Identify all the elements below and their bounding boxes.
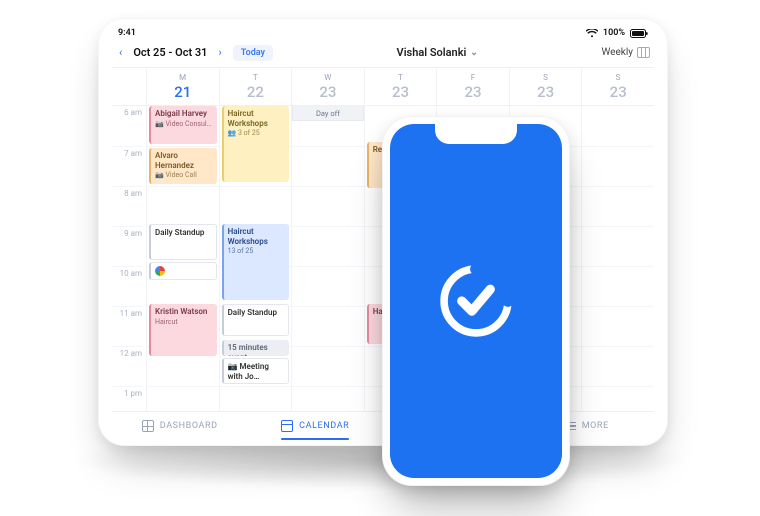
event-meta: 📷 Video Consultation <box>155 120 213 128</box>
calendar-event[interactable]: Haircut Workshops👥 3 of 25 <box>222 106 290 182</box>
event-title: Daily Standup <box>155 228 212 238</box>
time-label: 10 am <box>112 266 142 306</box>
day-header[interactable]: S 23 <box>509 68 582 105</box>
time-gutter: 6 am7 am8 am9 am10 am11 am12 am1 pm <box>112 106 146 411</box>
time-label: 1 pm <box>112 386 142 411</box>
battery-text: 100% <box>603 28 625 38</box>
day-header[interactable]: T 22 <box>219 68 292 105</box>
event-meta: 13 of 25 <box>228 247 286 255</box>
calendar-event[interactable]: Daily Standup <box>222 304 290 336</box>
day-of-week: T <box>220 73 292 82</box>
calendar-event[interactable]: Kristin WatsonHaircut <box>149 304 217 356</box>
view-mode-toggle[interactable]: Weekly <box>601 47 650 58</box>
status-time: 9:41 <box>118 28 136 38</box>
nav-calendar[interactable]: CALENDAR <box>248 420 384 432</box>
day-of-week: W <box>292 73 364 82</box>
day-of-month: 23 <box>292 83 364 101</box>
day-of-month: 22 <box>220 83 292 101</box>
grid-icon <box>637 47 650 58</box>
day-of-week: S <box>582 73 654 82</box>
day-of-week: F <box>437 73 509 82</box>
phone-notch <box>435 124 517 144</box>
day-of-month: 23 <box>582 83 654 101</box>
chevron-down-icon: ⌄ <box>470 48 478 58</box>
event-meta: Haircut <box>155 318 213 326</box>
day-column[interactable]: Haircut Workshops👥 3 of 25Haircut Worksh… <box>219 106 292 411</box>
dashboard-icon <box>142 420 154 432</box>
calendar-event[interactable]: Haircut Workshops13 of 25 <box>222 224 290 300</box>
phone-device <box>382 116 570 486</box>
calendar-icon <box>281 420 293 432</box>
day-column[interactable]: Abigail Harvey📷 Video Consultation Alvaro… <box>146 106 219 411</box>
user-name: Vishal Solanki <box>397 46 467 59</box>
calendar-event[interactable]: 📷 Meeting with Jo… <box>222 358 290 384</box>
day-header[interactable]: T 23 <box>364 68 437 105</box>
day-of-month: 23 <box>437 83 509 101</box>
calendar-event[interactable]: Abigail Harvey📷 Video Consultation <box>149 106 217 144</box>
event-title: Haircut Workshops <box>228 109 286 128</box>
day-header[interactable]: F 23 <box>436 68 509 105</box>
nav-dashboard[interactable]: DASHBOARD <box>112 420 248 432</box>
time-label: 8 am <box>112 186 142 226</box>
day-header[interactable]: W 23 <box>291 68 364 105</box>
nav-dashboard-label: DASHBOARD <box>160 421 218 431</box>
day-column[interactable]: Day off <box>291 106 364 411</box>
day-of-month: 21 <box>147 83 219 101</box>
day-of-month: 23 <box>365 83 437 101</box>
today-button[interactable]: Today <box>233 45 273 61</box>
nav-more-label: MORE <box>582 421 609 431</box>
day-of-week: S <box>510 73 582 82</box>
event-title: Kristin Watson <box>155 307 213 317</box>
event-title: Abigail Harvey <box>155 109 213 119</box>
user-picker[interactable]: Vishal Solanki ⌄ <box>397 46 478 59</box>
calendar-event[interactable]: Alvaro Hernandez📷 Video Call <box>149 148 217 184</box>
time-label: 11 am <box>112 306 142 346</box>
day-column[interactable] <box>581 106 654 411</box>
prev-week-button[interactable]: ‹ <box>116 44 125 61</box>
phone-screen <box>390 124 562 478</box>
calendar-header: ‹ Oct 25 - Oct 31 › Today Vishal Solanki… <box>112 42 654 67</box>
day-of-month: 23 <box>510 83 582 101</box>
time-label: 12 am <box>112 346 142 386</box>
time-label: 6 am <box>112 106 142 146</box>
event-title: 15 minutes event <box>228 343 286 356</box>
wifi-icon <box>586 29 598 38</box>
day-header-row: M 21T 22W 23T 23F 23S 23S 23 <box>112 67 654 106</box>
event-title: Haircut Workshops <box>228 227 286 246</box>
battery-icon <box>630 29 648 38</box>
date-range[interactable]: Oct 25 - Oct 31 <box>133 46 207 59</box>
day-header[interactable]: S 23 <box>581 68 654 105</box>
time-label: 7 am <box>112 146 142 186</box>
nav-calendar-label: CALENDAR <box>299 421 349 431</box>
google-icon <box>155 266 165 276</box>
event-title: 📷 Meeting with Jo… <box>228 362 285 381</box>
event-meta: 👥 3 of 25 <box>228 129 286 137</box>
view-mode-label: Weekly <box>601 47 633 58</box>
calendar-event[interactable]: Daily Standup <box>149 224 217 260</box>
calendar-event[interactable] <box>149 262 217 280</box>
event-meta: 📷 Video Call <box>155 171 213 179</box>
calendar-event[interactable]: 15 minutes event <box>222 340 290 356</box>
status-bar: 9:41 100% <box>112 28 654 42</box>
next-week-button[interactable]: › <box>215 44 224 61</box>
app-logo <box>434 259 518 343</box>
event-title: Alvaro Hernandez <box>155 151 213 170</box>
allday-event[interactable]: Day off <box>292 106 364 121</box>
day-header[interactable]: M 21 <box>146 68 219 105</box>
event-title: Daily Standup <box>228 308 285 318</box>
time-label: 9 am <box>112 226 142 266</box>
day-of-week: M <box>147 73 219 82</box>
day-of-week: T <box>365 73 437 82</box>
